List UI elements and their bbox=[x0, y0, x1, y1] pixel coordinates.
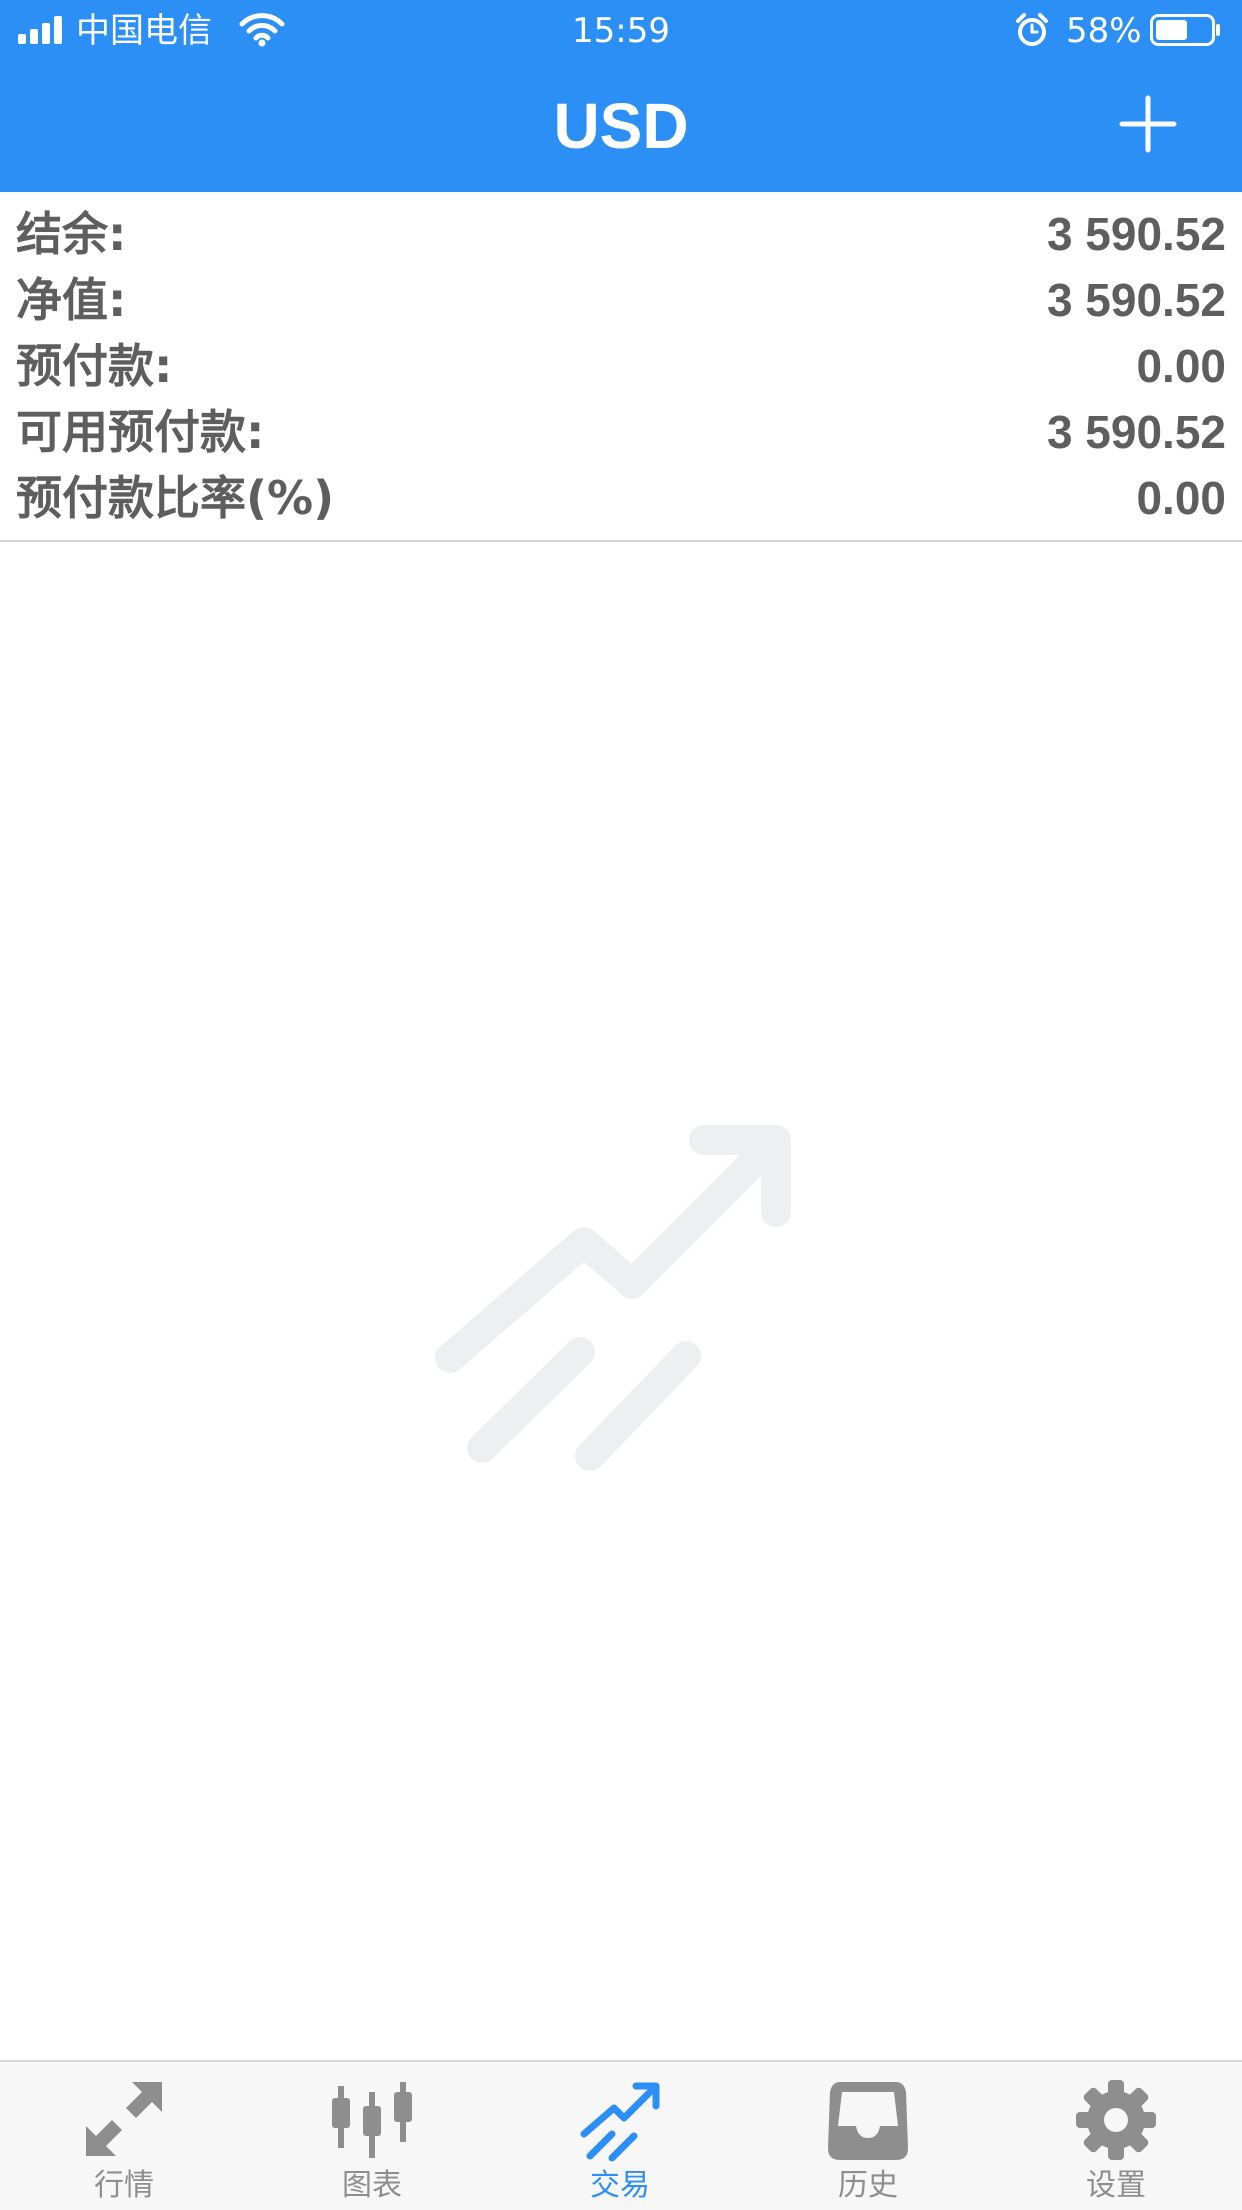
top-bar: 中国电信 15:59 58% USD bbox=[0, 0, 1242, 192]
free-margin-row: 可用预付款: 3 590.52 bbox=[16, 399, 1226, 465]
plus-icon[interactable] bbox=[1116, 92, 1180, 156]
alarm-icon bbox=[1016, 13, 1048, 46]
equity-label: 净值: bbox=[16, 273, 127, 327]
tab-history[interactable]: 历史 bbox=[744, 2062, 992, 2210]
margin-level-value: 0.00 bbox=[1136, 472, 1226, 524]
page-title: USD bbox=[553, 90, 689, 162]
margin-label: 预付款: bbox=[16, 339, 173, 393]
quotes-arrows-icon bbox=[86, 2082, 162, 2156]
candlestick-chart-icon bbox=[332, 2082, 412, 2158]
free-margin-label: 可用预付款: bbox=[16, 405, 265, 459]
tab-chart-label: 图表 bbox=[342, 2168, 402, 2203]
tab-settings[interactable]: 设置 bbox=[992, 2062, 1240, 2210]
free-margin-value: 3 590.52 bbox=[1046, 406, 1226, 458]
balance-row: 结余: 3 590.52 bbox=[16, 201, 1226, 267]
tab-trade-label: 交易 bbox=[590, 2168, 650, 2203]
tab-settings-label: 设置 bbox=[1086, 2168, 1146, 2203]
trade-trend-icon bbox=[435, 1125, 791, 1471]
margin-level-label: 预付款比率(%) bbox=[16, 471, 335, 525]
tab-bar: 行情 图表 交易 历史 设置 bbox=[0, 2060, 1242, 2210]
equity-value: 3 590.52 bbox=[1046, 274, 1226, 326]
tab-quotes-label: 行情 bbox=[94, 2168, 154, 2203]
account-summary: 结余: 3 590.52 净值: 3 590.52 预付款: 0.00 可用预付… bbox=[0, 192, 1242, 542]
battery-icon bbox=[1150, 14, 1220, 46]
trade-trend-icon bbox=[580, 2082, 660, 2162]
history-inbox-icon bbox=[828, 2082, 908, 2160]
tab-trade[interactable]: 交易 bbox=[496, 2062, 744, 2210]
battery-percent: 58% bbox=[1066, 11, 1142, 51]
margin-value: 0.00 bbox=[1136, 340, 1226, 392]
balance-label: 结余: bbox=[16, 207, 127, 261]
equity-row: 净值: 3 590.52 bbox=[16, 267, 1226, 333]
tab-chart[interactable]: 图表 bbox=[248, 2062, 496, 2210]
margin-level-row: 预付款比率(%) 0.00 bbox=[16, 465, 1226, 531]
tab-history-label: 历史 bbox=[838, 2168, 898, 2203]
margin-row: 预付款: 0.00 bbox=[16, 333, 1226, 399]
status-time: 15:59 bbox=[572, 11, 670, 51]
gear-icon bbox=[1076, 2080, 1156, 2160]
balance-value: 3 590.52 bbox=[1046, 208, 1226, 260]
status-bar: 中国电信 15:59 58% bbox=[0, 0, 1242, 62]
tab-quotes[interactable]: 行情 bbox=[0, 2062, 248, 2210]
